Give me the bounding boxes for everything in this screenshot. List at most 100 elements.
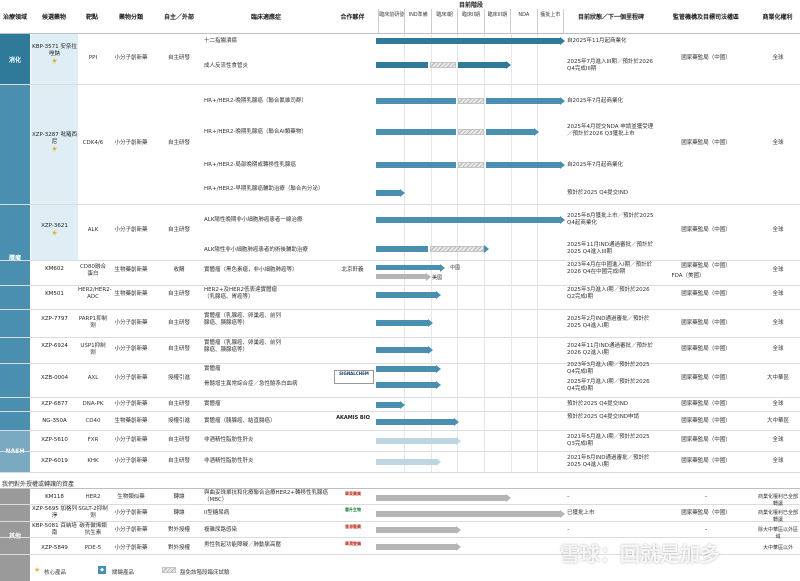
rights: 全球 [772, 437, 784, 443]
indication: 實體瘤（乳腺癌、卵巢癌、前列腺癌、胰腺癌等） [204, 340, 282, 353]
status: 自2025年7月起商業化 [567, 162, 623, 168]
status: 2025年4月提交NDA 申請並獲受理／預計於2026 Q3獲批上市 [567, 124, 654, 137]
target: ALK [87, 227, 99, 233]
regulator: 國家藥監局（中國） [681, 263, 731, 269]
candidate-name: XZP-3287 吡羅西尼 [32, 132, 77, 145]
rights: 商業化權利已全部轉讓 [757, 494, 798, 507]
arrow-icon [428, 346, 433, 354]
indication: HR+/HER2-局部晚期或轉移性乳腺癌 [204, 162, 296, 168]
category: 生物藥創新藥 [114, 267, 148, 273]
exempt-bar [458, 98, 484, 104]
candidate-xzp7797: XZP-7797 [41, 316, 68, 322]
arrow-icon [454, 418, 459, 426]
core-star-icon: ★ [51, 229, 58, 237]
status: 2021年8月IND通過審批／預計於2025 Q4進入I期 [567, 455, 650, 468]
regulator: 國家藥監局（中國） [681, 320, 731, 326]
origin: 自主研發 [167, 320, 190, 326]
status: 2024年11月IND通過審批／預計於2026 Q2進入I期 [567, 343, 653, 356]
rights: 商業化權利已全部轉讓 [757, 510, 798, 523]
progress-bar [376, 366, 436, 372]
candidate-xzp5849: XZP-5849 [41, 545, 68, 551]
target: CDK4/6 [82, 140, 104, 146]
target: CD40 [85, 418, 101, 424]
origin: 對外授權 [167, 527, 190, 533]
exempt-bar [458, 129, 484, 135]
indication: 十二指腸潰瘍 [204, 38, 238, 44]
category: 小分子創新藥 [114, 375, 148, 381]
arrow-icon [560, 37, 565, 45]
progress-bar [376, 495, 506, 501]
target: FXR [87, 437, 99, 443]
status: 2023年3月進入I期／預計於2025 Q4完成I期 [567, 362, 650, 375]
indication: ALK陽性非小細胞肺癌患者的術後輔助治療 [204, 247, 308, 253]
category: 小分子創新藥 [114, 140, 148, 146]
regulator: 國家藥監局（中國） [681, 375, 731, 381]
indication: 非酒精性脂肪性肝炎 [204, 437, 254, 443]
target: HER2 [85, 494, 101, 500]
progress-bar [376, 511, 560, 517]
partner-logo-2: 惠升生物 [345, 507, 361, 512]
indication: HR+/HER2-晚期乳腺癌（聯合氟維司群） [204, 98, 307, 104]
rights: 大中華區以外 [762, 545, 793, 551]
arrow-icon [560, 161, 565, 169]
status: – [567, 527, 570, 533]
indication: 男性勃起功能障礙／肺動脈高壓 [204, 542, 282, 548]
category: 生物藥創新藥 [114, 291, 148, 297]
origin: 授權引進 [167, 375, 190, 381]
arrow-icon [400, 401, 405, 409]
arrow-icon [428, 319, 433, 327]
rights: 全球 [772, 458, 784, 464]
status: 自2025年7月起商業化 [567, 98, 623, 104]
indication: 與曲妥珠單抗和化療聯合治療HER2+轉移性乳腺癌（MBC） [204, 490, 329, 503]
progress-bar [376, 382, 436, 388]
progress-bar [376, 98, 456, 104]
status: 2025年7月進入III期／預計於2026 Q4完成III期 [567, 59, 653, 72]
target: CD80融合蛋白 [79, 264, 107, 277]
arrow-icon [436, 291, 441, 299]
core-star-icon: ★ [34, 566, 41, 574]
progress-bar [486, 162, 560, 168]
category: 小分子創新藥 [114, 510, 148, 516]
candidate-xzp5695: XZP-5695 加格列淨 [32, 506, 77, 519]
regulator: 國家藥監局（中國） [681, 55, 731, 61]
progress-bar [376, 190, 400, 196]
category: 小分子創新藥 [114, 545, 148, 551]
header-status: 目前狀態／下一個里程碑 [577, 14, 644, 21]
exempt-bar [430, 62, 456, 68]
progress-bar [376, 459, 436, 465]
header-candidate: 候選藥物 [41, 14, 66, 21]
regulator: 國家藥監局（中國） [681, 437, 731, 443]
status: 2021年5月進入I期／預計於2025 Q3完成I期 [567, 434, 650, 447]
candidate-xzp5610: XZP-5610 [41, 437, 68, 443]
regulator: 國家藥監局（中國） [681, 458, 731, 464]
header-rights: 商業化權利 [762, 14, 793, 21]
regulator: 國家藥監局（中國） [681, 401, 731, 407]
rights: 全球 [772, 267, 784, 273]
indication: 複雜尿路感染 [204, 527, 238, 533]
stage-header-row: 臨床前研發 IND準備 臨床I期 臨床II期 臨床III期 NDA 獲批上市 [378, 9, 564, 33]
candidate-km118: KM118 [45, 494, 64, 500]
target: AXL [87, 375, 99, 381]
progress-bar [376, 162, 456, 168]
status: – [567, 494, 570, 500]
origin: 收購 [173, 267, 185, 273]
header-indication: 臨床適應症 [250, 14, 281, 21]
indication: 非酒精性脂肪性肝炎 [204, 458, 254, 464]
category: 生物藥創新藥 [114, 418, 148, 424]
arrow-icon [560, 97, 565, 105]
watermark: 雪球：回就是加多 [560, 542, 720, 566]
status: 2025年3月進入I期／預計於2026 Q2完成I期 [567, 287, 650, 300]
progress-bar [376, 62, 428, 68]
outlicense-title: 我們對外授權或轉讓的資產 [2, 481, 75, 488]
progress-bar [376, 217, 560, 223]
arrow-icon [436, 365, 441, 373]
target: USP1抑制劑 [80, 343, 106, 356]
status: 2025年8月獲批上市／預計於2025 Q4起商業化 [567, 213, 654, 226]
candidate-xzp6877: XZP-6877 [41, 401, 68, 407]
rights: 全球 [772, 140, 784, 146]
area-oncology: 腫瘤 [0, 85, 30, 430]
target: PARP1抑制劑 [78, 316, 108, 329]
origin: 對外授權 [167, 545, 190, 551]
origin: 自主研發 [167, 458, 190, 464]
target: HER2/HER2-ADC [78, 287, 112, 300]
